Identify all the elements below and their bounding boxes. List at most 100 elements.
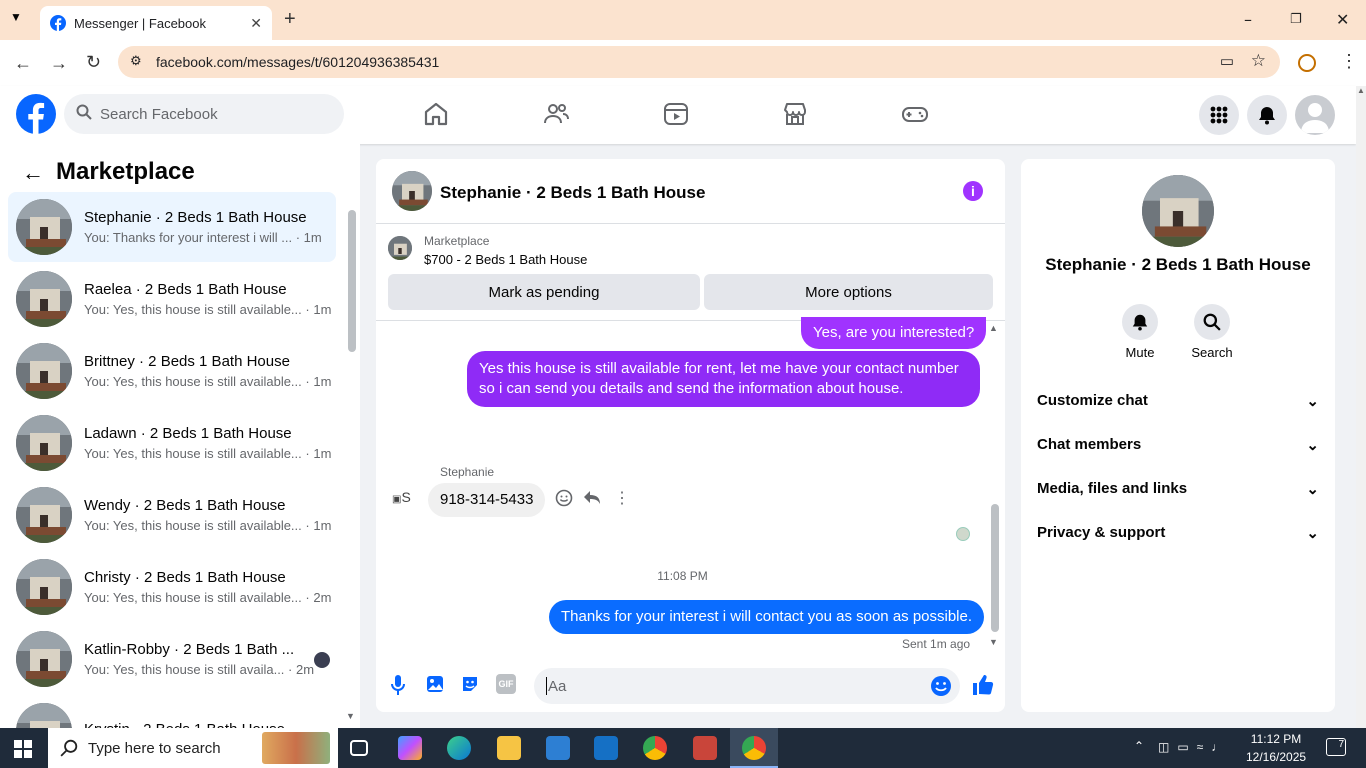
browser-menu-icon[interactable]: ⋮ — [1340, 51, 1358, 72]
chat-title[interactable]: Stephanie · 2 Beds 1 Bath House — [440, 183, 705, 203]
chat-members-section[interactable]: Chat members ⌄ — [1037, 436, 1319, 454]
sent-message-bubble[interactable]: Yes this house is still available for re… — [467, 351, 980, 407]
home-icon[interactable] — [422, 100, 450, 128]
taskbar-search-input[interactable]: Type here to search — [48, 728, 338, 768]
new-tab-icon[interactable]: + — [284, 8, 296, 31]
listing-title[interactable]: $700 - 2 Beds 1 Bath House — [424, 252, 587, 267]
listing-thumbnail[interactable] — [388, 236, 412, 260]
file-explorer-icon[interactable] — [497, 736, 521, 760]
task-view-icon[interactable] — [350, 740, 368, 756]
friends-icon[interactable] — [542, 100, 570, 128]
sent-message-bubble[interactable]: Yes, are you interested? — [801, 317, 987, 349]
taskbar-clock[interactable]: 11:12 PM 12/16/2025 — [1246, 730, 1306, 766]
conversation-snippet: You: Yes, this house is still available.… — [84, 446, 331, 461]
account-avatar[interactable] — [1295, 95, 1335, 135]
store-icon[interactable] — [546, 736, 570, 760]
conversation-item[interactable]: Brittney · 2 Beds 1 Bath House You: Yes, … — [8, 336, 336, 406]
forward-icon[interactable]: → — [50, 53, 68, 74]
window-close-icon[interactable]: ✕ — [1336, 10, 1349, 29]
bell-icon — [1132, 314, 1148, 331]
url-bar[interactable]: ⚙ facebook.com/messages/t/60120493638543… — [118, 46, 1280, 78]
search-button[interactable] — [1194, 304, 1230, 340]
back-arrow-icon[interactable]: ← — [22, 160, 44, 186]
clock-date: 12/16/2025 — [1246, 750, 1307, 764]
sent-message-bubble[interactable]: Thanks for your interest i will contact … — [549, 600, 985, 634]
gif-icon[interactable]: GIF — [496, 674, 516, 694]
scroll-down-icon[interactable]: ▼ — [346, 711, 355, 721]
back-icon[interactable]: ← — [14, 53, 32, 74]
message-line: so i can send you details and send the i… — [479, 380, 904, 397]
chat-header: Stephanie · 2 Beds 1 Bath House i — [376, 159, 1005, 224]
conversation-item[interactable]: Ladawn · 2 Beds 1 Bath House You: Yes, th… — [8, 408, 336, 478]
photo-icon[interactable] — [425, 674, 445, 694]
browser-tab[interactable]: Messenger | Facebook ✕ — [40, 6, 272, 40]
edge-icon[interactable] — [447, 736, 471, 760]
mute-label: Mute — [1125, 345, 1155, 360]
message-input[interactable]: Aa — [534, 668, 960, 704]
active-app-highlight[interactable] — [730, 728, 778, 768]
conversation-item[interactable]: Stephanie · 2 Beds 1 Bath House You: Than… — [8, 192, 336, 262]
minimize-icon[interactable]: – — [1244, 10, 1252, 29]
microphone-icon[interactable] — [390, 674, 406, 696]
sender-name: Stephanie — [440, 465, 495, 479]
conversation-name: Stephanie · 2 Beds 1 Bath House — [84, 209, 307, 226]
scroll-down-icon[interactable]: ▼ — [989, 637, 998, 647]
react-icon[interactable] — [555, 489, 573, 507]
more-actions-icon[interactable]: ⋮ — [614, 488, 630, 508]
tray-chevron-icon[interactable]: ⌃ — [1134, 739, 1144, 753]
privacy-support-section[interactable]: Privacy & support ⌄ — [1037, 524, 1319, 542]
customize-chat-section[interactable]: Customize chat ⌄ — [1037, 392, 1319, 410]
tab-close-icon[interactable]: ✕ — [250, 15, 262, 32]
menu-grid-icon[interactable] — [1199, 95, 1239, 135]
profile-icon[interactable] — [1298, 54, 1316, 72]
reload-icon[interactable]: ↻ — [86, 52, 101, 73]
windows-start-icon[interactable] — [14, 740, 32, 758]
section-label: Privacy & support — [1037, 524, 1166, 541]
site-info-icon[interactable]: ⚙ — [130, 53, 142, 69]
scroll-up-icon[interactable]: ▲ — [989, 323, 998, 333]
scroll-up-icon[interactable]: ▲ — [1356, 86, 1366, 95]
copilot-icon[interactable] — [398, 736, 422, 760]
conversation-item[interactable]: Krystin · 2 Beds 1 Bath House — [8, 696, 336, 728]
tray-icons[interactable]: ◫▭≈♩ — [1158, 740, 1231, 754]
tab-list-chevron-icon[interactable]: ▼ — [10, 10, 22, 24]
gaming-icon[interactable] — [901, 100, 929, 128]
more-options-button[interactable]: More options — [704, 274, 993, 310]
received-message-bubble[interactable]: 918-314-5433 — [428, 483, 546, 517]
like-thumbs-up-icon[interactable] — [972, 674, 994, 696]
contact-title: Stephanie · 2 Beds 1 Bath House — [1045, 255, 1311, 274]
notification-center-icon[interactable]: 7 — [1326, 738, 1346, 756]
marketplace-label: Marketplace — [424, 234, 490, 248]
conversation-item[interactable]: Wendy · 2 Beds 1 Bath House You: Yes, thi… — [8, 480, 336, 550]
marketplace-icon[interactable] — [781, 100, 809, 128]
contact-large-avatar[interactable] — [1142, 175, 1214, 247]
bookmark-star-icon[interactable]: ☆ — [1251, 51, 1266, 71]
page-scrollbar[interactable]: ▲ — [1356, 86, 1366, 728]
app-icon[interactable] — [693, 736, 717, 760]
conversation-info-panel: Stephanie · 2 Beds 1 Bath House Mute Sea… — [1021, 159, 1335, 712]
chat-avatar[interactable] — [392, 171, 432, 211]
chrome-icon[interactable] — [643, 736, 667, 760]
facebook-logo-icon[interactable] — [16, 94, 56, 134]
scrollbar[interactable] — [348, 210, 356, 352]
conversation-item[interactable]: Christy · 2 Beds 1 Bath House You: Yes, t… — [8, 552, 336, 622]
outlook-icon[interactable] — [594, 736, 618, 760]
restore-icon[interactable]: ❐ — [1290, 12, 1302, 27]
seen-avatar-icon — [956, 527, 970, 541]
mute-button[interactable] — [1122, 304, 1158, 340]
conversation-item[interactable]: Katlin-Robby · 2 Beds 1 Bath ... You: Yes… — [8, 624, 336, 694]
mark-as-pending-button[interactable]: Mark as pending — [388, 274, 700, 310]
facebook-search-input[interactable]: Search Facebook — [64, 94, 344, 134]
reply-icon[interactable] — [583, 490, 601, 506]
emoji-icon[interactable] — [930, 675, 952, 697]
search-icon — [60, 739, 78, 757]
conversation-info-icon[interactable]: i — [963, 181, 983, 201]
chat-scrollbar[interactable] — [991, 504, 999, 632]
sticker-icon[interactable] — [460, 674, 480, 694]
search-icon — [1203, 313, 1221, 331]
media-files-links-section[interactable]: Media, files and links ⌄ — [1037, 480, 1319, 498]
conversation-item[interactable]: Raelea · 2 Beds 1 Bath House You: Yes, th… — [8, 264, 336, 334]
watch-video-icon[interactable] — [662, 100, 690, 128]
notifications-bell-icon[interactable] — [1247, 95, 1287, 135]
install-app-icon[interactable]: ▭ — [1220, 52, 1234, 70]
